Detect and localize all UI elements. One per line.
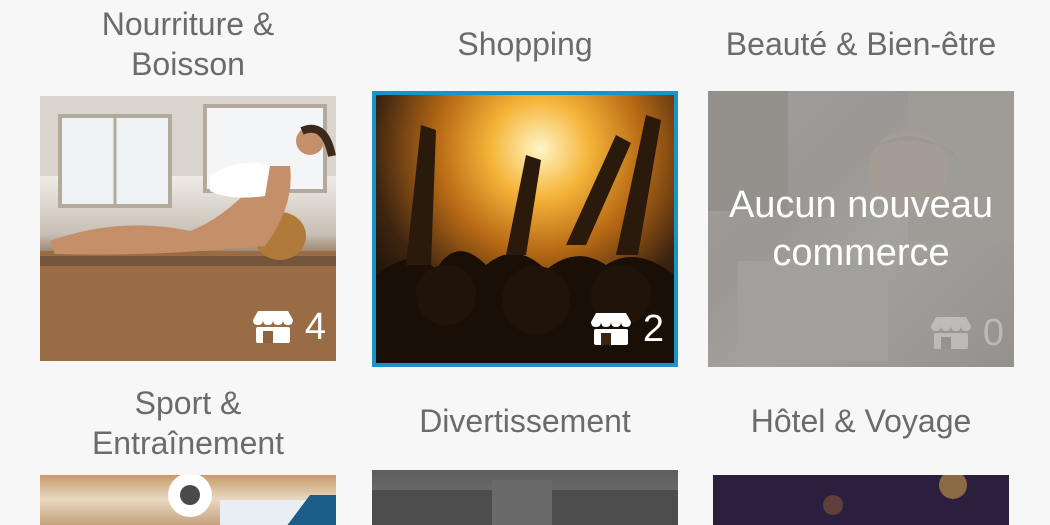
store-count: 4 <box>251 307 326 347</box>
category-shopping[interactable]: Shopping 2 <box>372 0 678 367</box>
category-title-line2: Boisson <box>131 46 245 82</box>
category-tile-selected[interactable]: 2 <box>372 91 678 367</box>
store-icon <box>930 317 971 349</box>
category-title-line1: Hôtel & Voyage <box>750 403 972 439</box>
category-title: Divertissement <box>372 401 678 441</box>
category-title-line1: Nourriture & <box>101 6 275 42</box>
fitness-photo <box>168 475 336 525</box>
store-count: 0 <box>929 313 1004 353</box>
category-tile[interactable]: 4 <box>40 96 336 361</box>
store-count-value: 4 <box>304 306 326 348</box>
category-tile[interactable] <box>372 470 678 525</box>
category-entertainment[interactable]: Divertissement <box>372 380 678 525</box>
store-count: 2 <box>589 309 664 349</box>
category-tile[interactable] <box>40 475 336 525</box>
category-title-line1: Sport & <box>134 385 242 421</box>
category-sport-training[interactable]: Sport & Entraînement <box>40 380 336 525</box>
category-grid: Nourriture & Boisson 4 Shopping 2 Beauté… <box>0 0 1050 525</box>
category-title-line2: Entraînement <box>91 425 285 461</box>
category-title: Hôtel & Voyage <box>713 401 1009 441</box>
category-title-line1: Shopping <box>457 26 593 62</box>
category-title-line1: Divertissement <box>419 403 631 439</box>
category-title: Shopping <box>372 24 678 64</box>
entertainment-photo <box>372 480 678 525</box>
category-tile[interactable] <box>713 475 1009 525</box>
store-count-value: 2 <box>642 308 664 350</box>
category-tile-disabled[interactable]: Aucun nouveau commerce 0 <box>708 91 1014 367</box>
category-title: Sport & Entraînement <box>40 383 336 463</box>
empty-message-line2: commerce <box>772 232 950 274</box>
category-title: Beauté & Bien-être <box>708 24 1014 64</box>
empty-message: Aucun nouveau commerce <box>708 181 1014 277</box>
category-beauty-wellness[interactable]: Beauté & Bien-être Aucun nouveau commerc… <box>708 0 1014 367</box>
category-title-line1: Beauté & Bien-être <box>725 26 997 62</box>
store-icon <box>590 313 631 345</box>
category-hotel-travel[interactable]: Hôtel & Voyage <box>713 380 1009 525</box>
store-count-value: 0 <box>982 312 1004 354</box>
empty-message-line1: Aucun nouveau <box>728 184 994 226</box>
category-image <box>713 475 1009 525</box>
category-title: Nourriture & Boisson <box>40 4 336 84</box>
hotel-photo <box>713 475 1009 525</box>
category-image <box>372 470 678 525</box>
category-image <box>40 475 336 525</box>
category-food-drink[interactable]: Nourriture & Boisson 4 <box>40 0 336 365</box>
store-icon <box>252 311 293 343</box>
